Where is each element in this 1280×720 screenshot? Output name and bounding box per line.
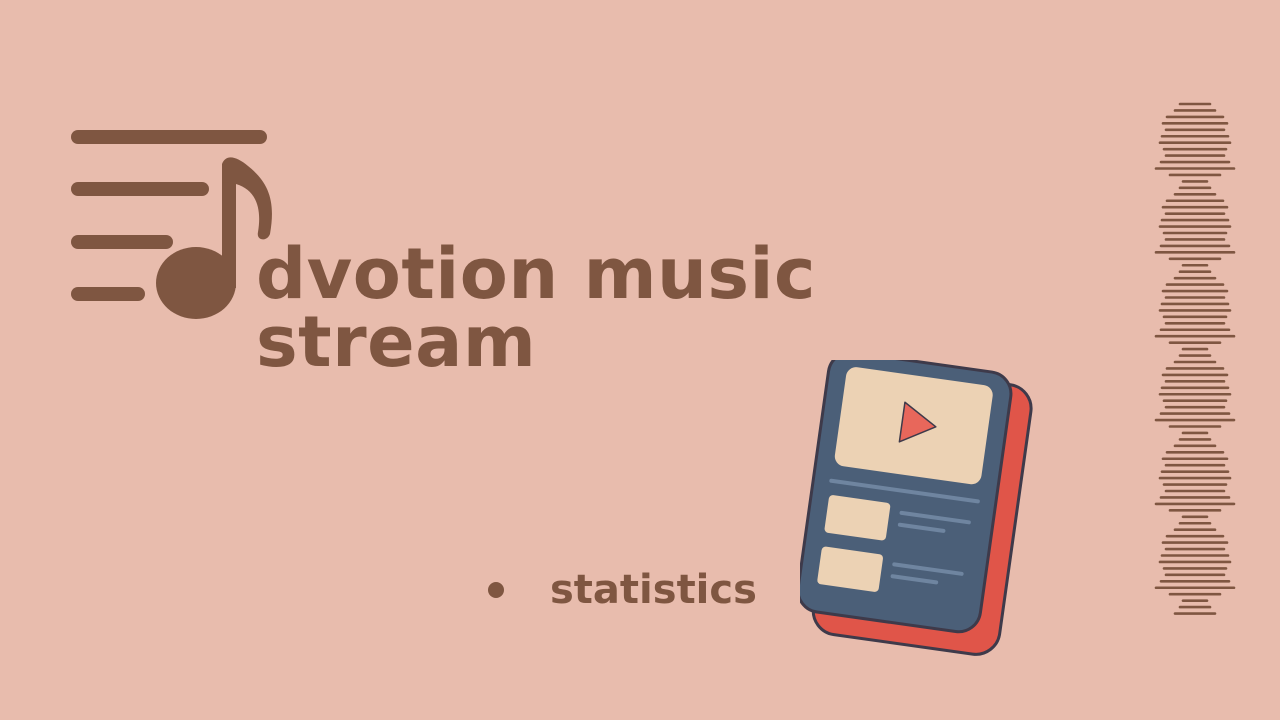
- sound-waveform-icon: [1154, 102, 1236, 615]
- title-line-1: dvotion music: [256, 233, 817, 315]
- title-line-2: stream: [256, 301, 537, 383]
- slide: dvotion music stream statistics: [0, 0, 1280, 720]
- music-player-device-icon: [800, 360, 1033, 656]
- slide-title: dvotion music stream: [256, 233, 817, 383]
- bullet-item: statistics: [488, 560, 757, 620]
- bullet-dot: [488, 582, 504, 598]
- bullet-text: statistics: [550, 567, 757, 613]
